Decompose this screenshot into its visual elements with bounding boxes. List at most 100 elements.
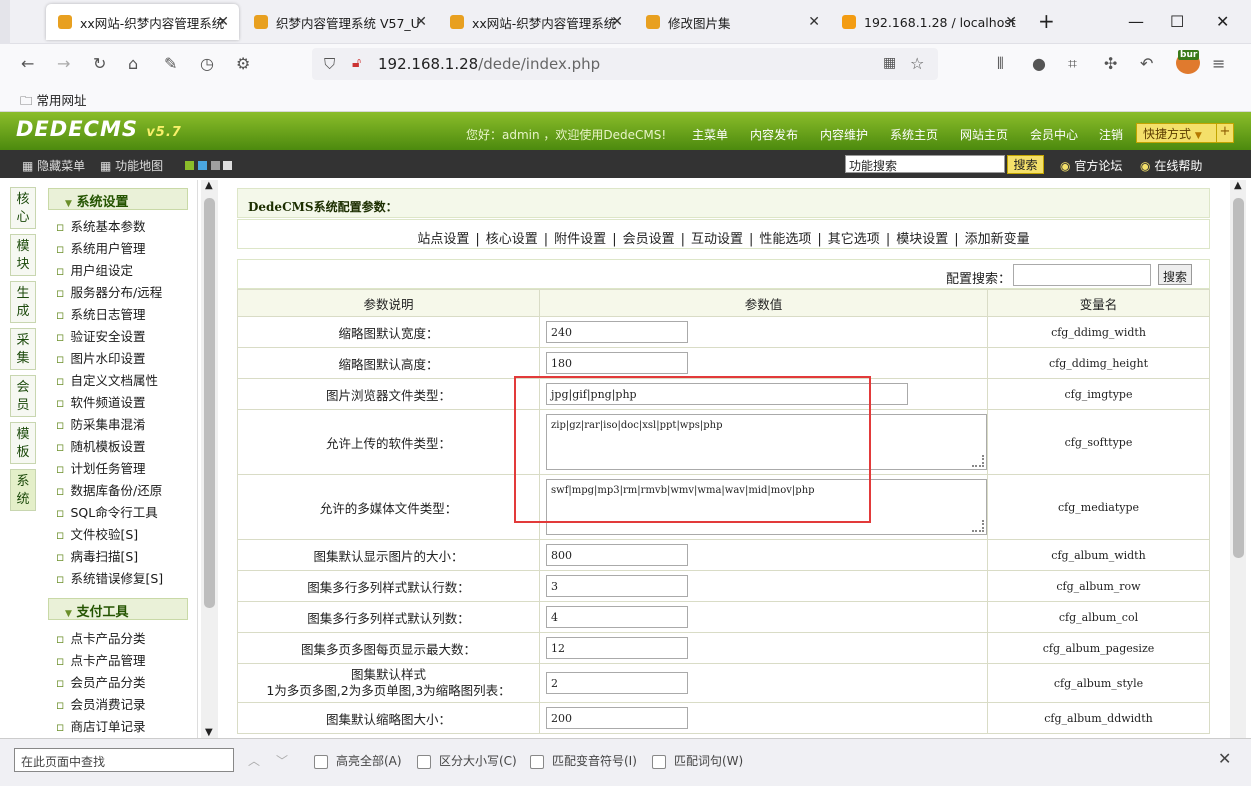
param-value-input[interactable]: 2 (546, 672, 688, 694)
param-value-input[interactable]: 3 (546, 575, 688, 597)
topnav-logout[interactable]: 注销 (1099, 126, 1123, 143)
skin-green-icon[interactable] (185, 161, 194, 170)
param-value-input[interactable]: 200 (546, 707, 688, 729)
maximize-icon[interactable]: ☐ (1170, 12, 1184, 31)
menu-item[interactable]: 计划任务管理 (56, 458, 197, 480)
browser-tab-4[interactable]: 修改图片集 ✕ (634, 0, 830, 44)
menu-group-system[interactable]: ▼ 系统设置 (48, 188, 188, 210)
topnav-member-center[interactable]: 会员中心 (1030, 126, 1078, 143)
skin-swatches[interactable] (185, 159, 233, 173)
qr-code-icon[interactable]: ▦ (883, 55, 896, 71)
browser-tab-3[interactable]: xx网站-织梦内容管理系统 ✕ (438, 0, 633, 44)
param-value-input[interactable]: 12 (546, 637, 688, 659)
back-icon[interactable]: ← (21, 54, 34, 73)
menu-group-payment[interactable]: ▼ 支付工具 (48, 598, 188, 620)
sidebar-toggle[interactable] (0, 0, 10, 44)
library-icon[interactable]: ⫴ (997, 54, 1004, 74)
menu-item[interactable]: 商店订单记录 (56, 716, 197, 738)
tab-member[interactable]: 会员设置 (617, 232, 681, 247)
crop-icon[interactable]: ⌗ (1068, 54, 1077, 74)
menu-item[interactable]: 验证安全设置 (56, 326, 197, 348)
tab-add-variable[interactable]: 添加新变量 (959, 232, 1036, 247)
menu-item[interactable]: 会员产品分类 (56, 672, 197, 694)
topnav-site-home[interactable]: 网站主页 (960, 126, 1008, 143)
tab-core[interactable]: 核心设置 (480, 232, 544, 247)
forum-link[interactable]: ◉ 官方论坛 (1060, 157, 1122, 174)
url-text[interactable]: 192.168.1.28/dede/index.php (378, 55, 600, 73)
tab-other[interactable]: 其它选项 (822, 232, 886, 247)
vtab-generate[interactable]: 生成 (10, 281, 36, 323)
vtab-system[interactable]: 系统 (10, 469, 36, 511)
topnav-main-menu[interactable]: 主菜单 (692, 126, 728, 143)
whole-words-checkbox[interactable]: 匹配词句(W) (652, 752, 743, 769)
scroll-down-icon[interactable]: ▼ (205, 727, 213, 738)
reload-icon[interactable]: ↻ (93, 54, 106, 73)
function-search-input[interactable]: 功能搜索 (845, 155, 1005, 173)
tab-attachment[interactable]: 附件设置 (548, 232, 612, 247)
extensions-icon[interactable]: ✣ (1104, 54, 1117, 73)
function-map-link[interactable]: ▦ 功能地图 (100, 157, 163, 174)
menu-item[interactable]: 图片水印设置 (56, 348, 197, 370)
vtab-module[interactable]: 模块 (10, 234, 36, 276)
vtab-core[interactable]: 核心 (10, 187, 36, 229)
param-value-input[interactable]: 180 (546, 352, 688, 374)
tab-modules[interactable]: 模块设置 (890, 232, 954, 247)
topnav-system-home[interactable]: 系统主页 (890, 126, 938, 143)
match-case-checkbox[interactable]: 区分大小写(C) (417, 752, 517, 769)
menu-item[interactable]: 系统错误修复[S] (56, 568, 197, 590)
close-tab-icon[interactable]: ✕ (1005, 14, 1017, 30)
function-search-button[interactable]: 搜索 (1007, 155, 1044, 174)
minimize-icon[interactable]: — (1128, 12, 1144, 31)
skin-blue-icon[interactable] (197, 161, 207, 170)
close-find-bar-icon[interactable]: ✕ (1218, 749, 1231, 768)
close-tab-icon[interactable]: ✕ (217, 14, 229, 30)
insecure-lock-icon[interactable]: 🔓︎ (352, 55, 361, 71)
config-search-button[interactable]: 搜索 (1158, 264, 1192, 285)
topnav-publish[interactable]: 内容发布 (750, 126, 798, 143)
highlight-all-checkbox[interactable]: 高亮全部(A) (314, 752, 402, 769)
close-window-icon[interactable]: ✕ (1216, 12, 1229, 31)
vtab-member[interactable]: 会员 (10, 375, 36, 417)
tab-performance[interactable]: 性能选项 (753, 232, 817, 247)
gear-icon[interactable]: ⚙ (236, 54, 250, 73)
shield-icon[interactable]: ⛉ (324, 55, 335, 73)
close-tab-icon[interactable]: ✕ (808, 14, 820, 30)
help-link[interactable]: ◉ 在线帮助 (1140, 157, 1202, 174)
history-icon[interactable]: ◷ (200, 54, 214, 73)
browser-tab-1[interactable]: xx网站-织梦内容管理系统 ✕ (46, 4, 239, 40)
menu-item[interactable]: 系统日志管理 (56, 304, 197, 326)
page-scrollbar[interactable]: ▲ (1230, 180, 1246, 738)
menu-item[interactable]: 系统基本参数 (56, 216, 197, 238)
close-tab-icon[interactable]: ✕ (415, 14, 427, 30)
hide-menu-link[interactable]: ▦ 隐藏菜单 (22, 157, 85, 174)
find-prev-icon[interactable]: ︿ (248, 752, 260, 769)
close-tab-icon[interactable]: ✕ (611, 14, 623, 30)
skin-white-icon[interactable] (223, 161, 233, 170)
scroll-up-icon[interactable]: ▲ (1234, 180, 1242, 191)
menu-item[interactable]: 会员消费记录 (56, 694, 197, 716)
browser-tab-5[interactable]: 192.168.1.28 / localhost ✕ (830, 0, 1027, 44)
menu-item[interactable]: 文件校验[S] (56, 524, 197, 546)
page-scroll-thumb[interactable] (1233, 198, 1244, 558)
menu-item[interactable]: SQL命令行工具 (56, 502, 197, 524)
param-value-input[interactable]: 4 (546, 606, 688, 628)
menu-item[interactable]: 软件频道设置 (56, 392, 197, 414)
menu-item[interactable]: 服务器分布/远程 (56, 282, 197, 304)
menu-item[interactable]: 用户组设定 (56, 260, 197, 282)
param-value-input[interactable]: 800 (546, 544, 688, 566)
menu-item[interactable]: 系统用户管理 (56, 238, 197, 260)
menu-item[interactable]: 随机模板设置 (56, 436, 197, 458)
menu-scroll-thumb[interactable] (204, 198, 215, 608)
forward-icon[interactable]: → (57, 54, 70, 73)
menu-scrollbar[interactable]: ▲ ▼ (201, 180, 218, 738)
quick-add-icon[interactable]: + (1216, 123, 1234, 143)
undo-icon[interactable]: ↶ (1140, 54, 1153, 73)
menu-item[interactable]: 防采集串混淆 (56, 414, 197, 436)
skin-gray-icon[interactable] (210, 161, 220, 170)
extension-badge-icon[interactable]: bur (1176, 50, 1200, 74)
wrench-icon[interactable]: ✎ (164, 54, 177, 73)
vtab-template[interactable]: 模板 (10, 422, 36, 464)
new-tab-icon[interactable]: + (1038, 9, 1055, 33)
tab-site[interactable]: 站点设置 (411, 232, 475, 247)
vtab-collect[interactable]: 采集 (10, 328, 36, 370)
